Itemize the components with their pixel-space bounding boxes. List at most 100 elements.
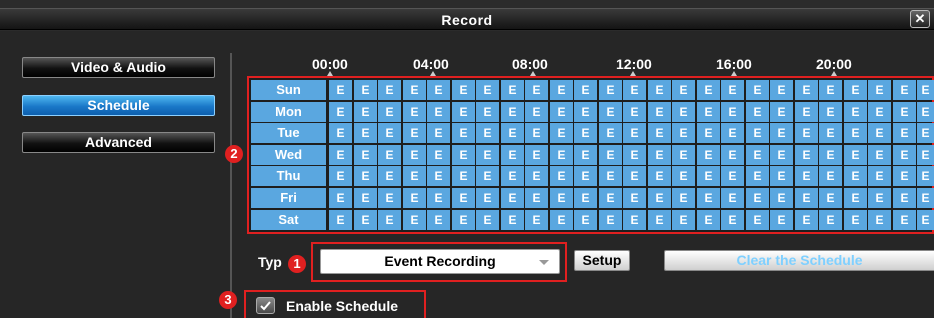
schedule-cell[interactable]: E [868,210,891,230]
schedule-cell[interactable]: E [501,80,524,100]
schedule-cell[interactable]: E [501,145,524,165]
schedule-cell[interactable]: E [501,166,524,186]
schedule-cell[interactable]: E [574,188,597,208]
schedule-cell[interactable]: E [795,145,818,165]
schedule-cell[interactable]: E [623,166,646,186]
schedule-cell[interactable]: E [329,102,352,122]
schedule-cell[interactable]: E [893,123,916,143]
schedule-cell[interactable]: E [868,80,891,100]
schedule-cell[interactable]: E [427,188,450,208]
schedule-cell[interactable]: E [354,188,377,208]
schedule-cell[interactable]: E [476,123,499,143]
schedule-cell[interactable]: E [501,102,524,122]
schedule-cell[interactable]: E [574,145,597,165]
schedule-cell[interactable]: E [525,210,548,230]
schedule-cell[interactable]: E [648,210,671,230]
schedule-cell[interactable]: E [329,80,352,100]
schedule-cell[interactable]: E [403,102,426,122]
schedule-cell[interactable]: E [893,102,916,122]
schedule-cell[interactable]: E [819,210,842,230]
recording-type-select[interactable]: Event Recording [320,249,560,274]
schedule-cell[interactable]: E [501,123,524,143]
schedule-cell[interactable]: E [574,210,597,230]
schedule-cell[interactable]: E [893,166,916,186]
sidebar-item-video-audio[interactable]: Video & Audio [22,57,215,78]
schedule-cell[interactable]: E [819,123,842,143]
schedule-cell[interactable]: E [550,80,573,100]
schedule-cell[interactable]: E [378,123,401,143]
schedule-cell[interactable]: E [452,80,475,100]
schedule-cell[interactable]: E [476,210,499,230]
schedule-cell[interactable]: E [672,123,695,143]
schedule-cell[interactable]: E [844,188,867,208]
schedule-cell[interactable]: E [648,123,671,143]
schedule-cell[interactable]: E [599,145,622,165]
schedule-cell[interactable]: E [403,188,426,208]
schedule-cell[interactable]: E [354,210,377,230]
schedule-cell[interactable]: E [329,210,352,230]
schedule-cell[interactable]: E [672,210,695,230]
schedule-cell[interactable]: E [452,210,475,230]
schedule-cell[interactable]: E [427,210,450,230]
schedule-cell[interactable]: E [452,123,475,143]
schedule-cell[interactable]: E [403,80,426,100]
schedule-cell[interactable]: E [721,210,744,230]
schedule-cell[interactable]: E [476,102,499,122]
schedule-cell[interactable]: E [329,188,352,208]
schedule-cell[interactable]: E [648,102,671,122]
schedule-cell[interactable]: E [697,166,720,186]
schedule-cell[interactable]: E [819,102,842,122]
schedule-cell[interactable]: E [844,210,867,230]
schedule-cell[interactable]: E [525,102,548,122]
schedule-cell[interactable]: E [525,123,548,143]
schedule-cell[interactable]: E [746,188,769,208]
schedule-cell[interactable]: E [770,80,793,100]
schedule-cell[interactable]: E [697,123,720,143]
schedule-cell[interactable]: E [770,166,793,186]
schedule-cell[interactable]: E [550,123,573,143]
schedule-cell[interactable]: E [795,210,818,230]
schedule-cell[interactable]: E [795,80,818,100]
schedule-cell[interactable]: E [550,145,573,165]
schedule-cell[interactable]: E [354,145,377,165]
schedule-cell[interactable]: E [672,188,695,208]
schedule-cell[interactable]: E [746,80,769,100]
schedule-cell[interactable]: E [746,210,769,230]
schedule-cell[interactable]: E [721,145,744,165]
schedule-cell[interactable]: E [329,123,352,143]
schedule-cell[interactable]: E [844,80,867,100]
schedule-cell[interactable]: E [378,210,401,230]
schedule-cell[interactable]: E [917,102,934,122]
schedule-cell[interactable]: E [770,188,793,208]
schedule-cell[interactable]: E [721,123,744,143]
schedule-cell[interactable]: E [672,102,695,122]
schedule-cell[interactable]: E [403,210,426,230]
schedule-cell[interactable]: E [746,145,769,165]
schedule-cell[interactable]: E [819,145,842,165]
schedule-cell[interactable]: E [378,145,401,165]
schedule-cell[interactable]: E [672,166,695,186]
schedule-cell[interactable]: E [844,102,867,122]
schedule-cell[interactable]: E [721,80,744,100]
schedule-cell[interactable]: E [893,210,916,230]
schedule-cell[interactable]: E [672,80,695,100]
schedule-cell[interactable]: E [525,166,548,186]
schedule-cell[interactable]: E [623,145,646,165]
schedule-cell[interactable]: E [697,102,720,122]
schedule-cell[interactable]: E [574,80,597,100]
schedule-cell[interactable]: E [452,145,475,165]
schedule-cell[interactable]: E [427,123,450,143]
schedule-cell[interactable]: E [550,188,573,208]
schedule-cell[interactable]: E [378,102,401,122]
schedule-cell[interactable]: E [917,145,934,165]
schedule-cell[interactable]: E [599,166,622,186]
schedule-cell[interactable]: E [599,210,622,230]
schedule-cell[interactable]: E [378,188,401,208]
schedule-cell[interactable]: E [550,102,573,122]
schedule-cell[interactable]: E [427,80,450,100]
schedule-cell[interactable]: E [354,102,377,122]
schedule-cell[interactable]: E [550,210,573,230]
schedule-cell[interactable]: E [599,123,622,143]
schedule-cell[interactable]: E [452,166,475,186]
schedule-cell[interactable]: E [721,102,744,122]
